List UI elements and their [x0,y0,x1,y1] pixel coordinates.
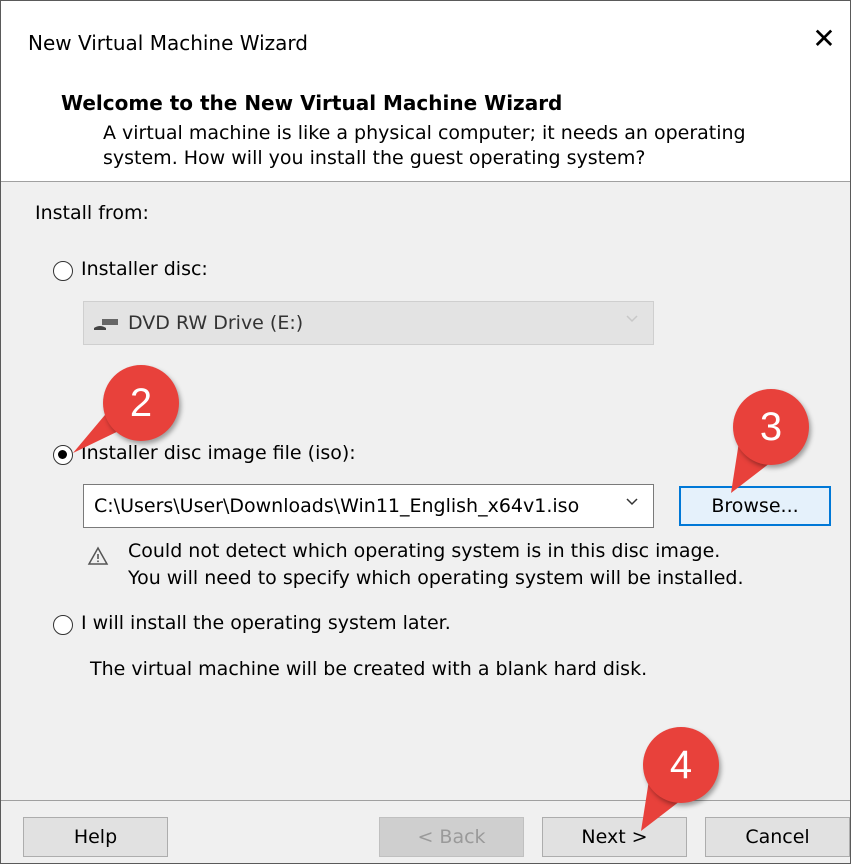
installer-disc-radio[interactable] [53,261,73,281]
iso-path-value[interactable]: C:\Users\User\Downloads\Win11_English_x6… [94,495,579,517]
header-title: Welcome to the New Virtual Machine Wizar… [61,91,563,115]
chevron-down-icon [626,315,638,323]
header-description: A virtual machine is like a physical com… [103,121,803,171]
install-later-radio[interactable] [53,615,73,635]
install-later-note: The virtual machine will be created with… [90,658,648,680]
close-button[interactable]: ✕ [804,19,844,59]
chevron-down-icon[interactable] [625,495,639,509]
iso-path-combobox[interactable]: C:\Users\User\Downloads\Win11_English_x6… [83,484,654,528]
help-button[interactable]: Help [23,817,168,857]
callout-number-4: 4 [669,743,693,787]
cancel-button[interactable]: Cancel [705,817,850,857]
disc-drive-select: DVD RW Drive (E:) [83,301,654,345]
callout-number-3: 3 [759,405,783,449]
dvd-drive-icon [92,315,120,337]
warning-line-2: You will need to specify which operating… [128,567,744,589]
header-description-line-1: A virtual machine is like a physical com… [103,122,746,144]
wizard-header: Welcome to the New Virtual Machine Wizar… [1,73,850,182]
disc-drive-value: DVD RW Drive (E:) [128,312,304,334]
title-bar: New Virtual Machine Wizard ✕ [1,1,850,73]
callout-badge-2: 2 [73,365,193,455]
wizard-window: New Virtual Machine Wizard ✕ Welcome to … [0,0,851,864]
warning-line-1: Could not detect which operating system … [128,540,721,562]
window-title: New Virtual Machine Wizard [28,31,308,55]
install-later-label[interactable]: I will install the operating system late… [81,612,451,634]
install-from-label: Install from: [35,202,149,224]
back-button[interactable]: < Back [379,817,524,857]
warning-icon [87,546,109,571]
header-description-line-2: system. How will you install the guest o… [103,147,646,169]
installer-disc-label[interactable]: Installer disc: [81,258,208,280]
callout-badge-4: 4 [641,727,733,831]
callout-number-2: 2 [129,381,153,425]
callout-badge-3: 3 [731,389,823,493]
